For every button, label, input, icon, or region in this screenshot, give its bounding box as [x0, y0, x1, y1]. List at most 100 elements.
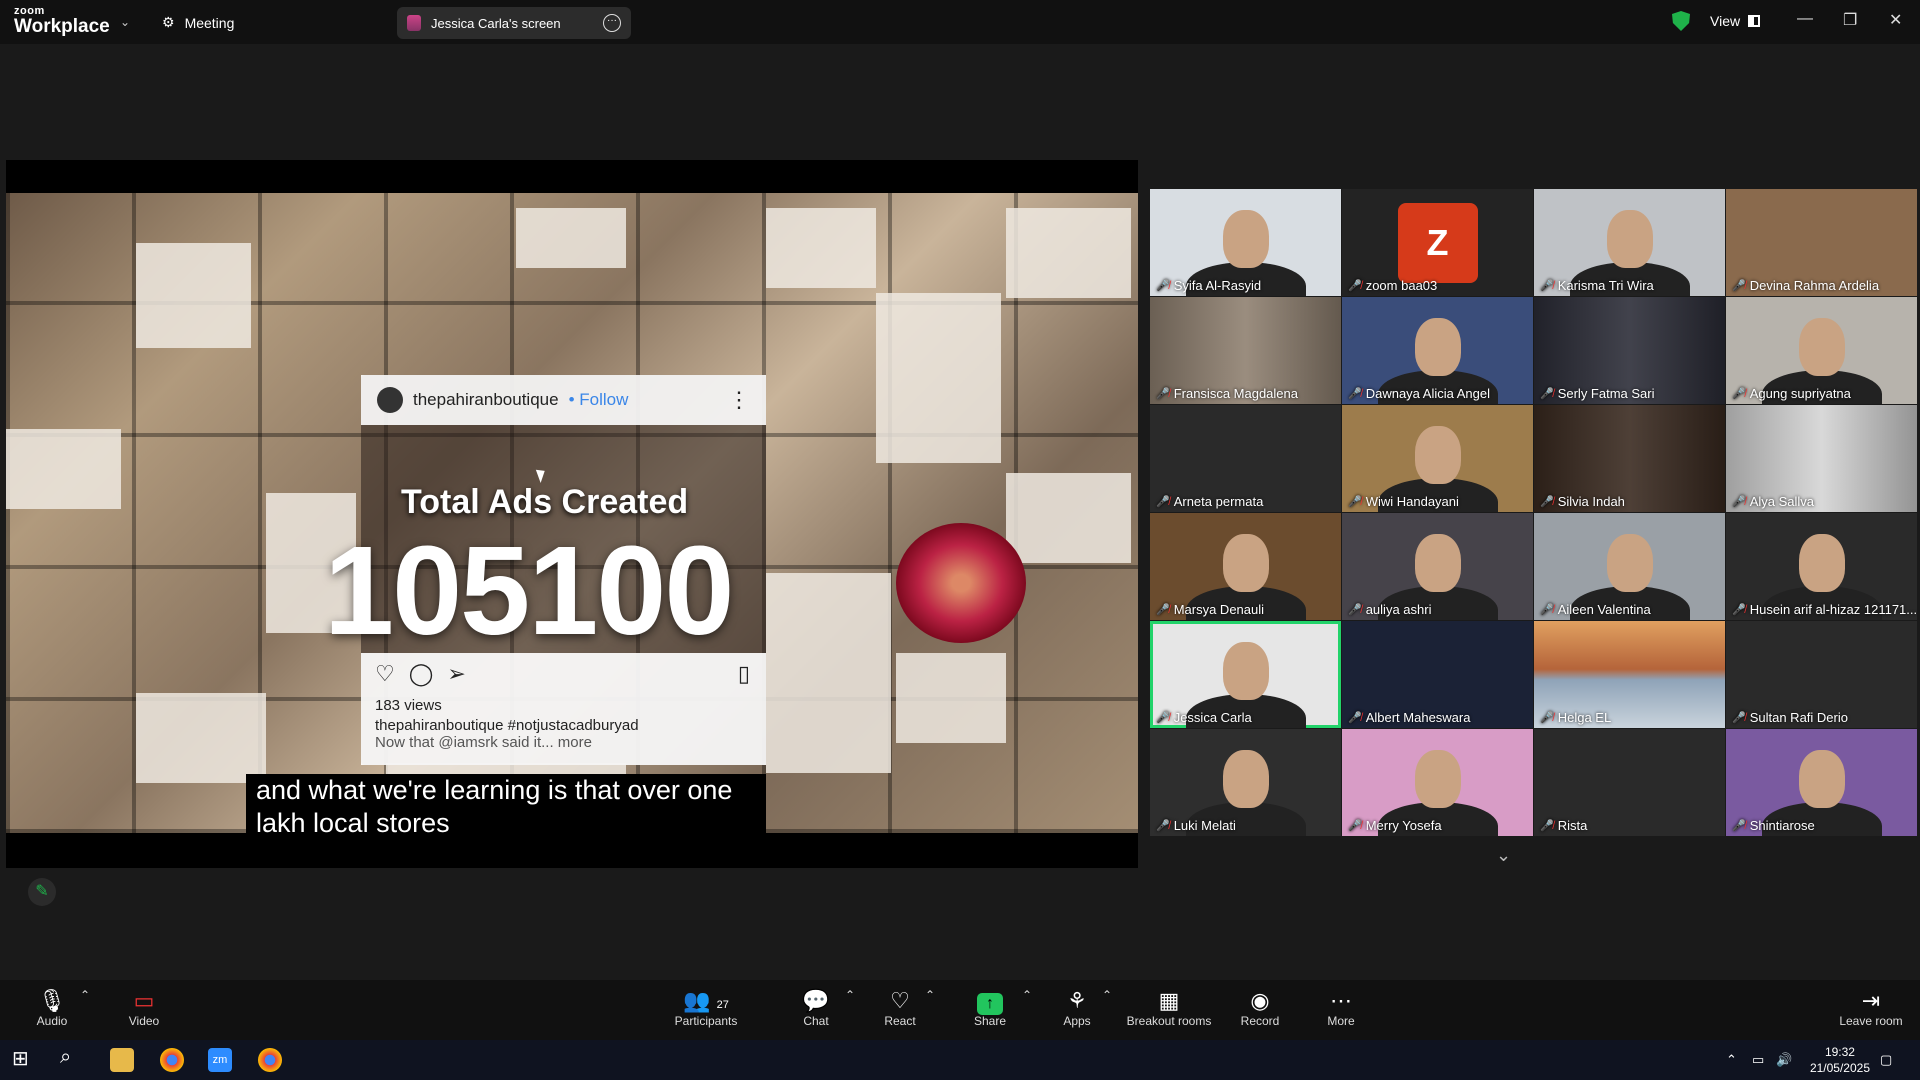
chrome-icon[interactable]: [160, 1048, 184, 1072]
participant-tile[interactable]: 🎤̸ Jessica Carla: [1150, 621, 1341, 728]
encryption-shield-icon[interactable]: [1672, 11, 1690, 31]
participant-name: 🎤̸ Dawnaya Alicia Angel: [1348, 386, 1490, 401]
minimize-icon[interactable]: —: [1797, 10, 1813, 28]
zoom-workplace-logo[interactable]: zoom Workplace: [14, 6, 110, 37]
react-button[interactable]: ♡ React: [880, 988, 920, 1028]
more-button[interactable]: ⋯ More: [1326, 988, 1356, 1028]
participant-tile[interactable]: 🎤̸ Dawnaya Alicia Angel: [1342, 297, 1533, 404]
participant-name-label: Albert Maheswara: [1365, 710, 1471, 725]
participant-name-label: auliya ashri: [1365, 602, 1432, 617]
share-caret-icon[interactable]: ⌃: [1022, 988, 1032, 1002]
account-avatar: [377, 387, 403, 413]
muted-mic-icon: 🎤̸: [1540, 388, 1554, 400]
search-icon[interactable]: ⌕: [60, 1046, 84, 1070]
participant-name-label: Aileen Valentina: [1557, 602, 1651, 617]
video-label: Video: [128, 1014, 160, 1028]
participant-face: [1414, 750, 1461, 809]
muted-mic-icon: 🎤̸: [1348, 712, 1362, 724]
participant-face: [1414, 426, 1461, 485]
participant-tile[interactable]: 🎤̸ Merry Yosefa: [1342, 729, 1533, 836]
participant-name: 🎤̸ auliya ashri: [1348, 602, 1431, 617]
participant-tile[interactable]: 🎤̸ Marsya Denauli: [1150, 513, 1341, 620]
breakout-label: Breakout rooms: [1126, 1014, 1212, 1028]
participant-tile[interactable]: 🎤̸ Karisma Tri Wira: [1534, 189, 1725, 296]
participant-tile[interactable]: 🎤̸ Silvia Indah: [1534, 405, 1725, 512]
post-account-name: thepahiranboutique: [413, 390, 559, 409]
chrome-icon-2[interactable]: [258, 1048, 282, 1072]
view-button[interactable]: View: [1710, 13, 1761, 29]
participant-avatar: Z: [1397, 203, 1478, 283]
annotate-pen-icon[interactable]: ✎: [28, 878, 56, 906]
tray-chevron-icon[interactable]: ⌃: [1726, 1052, 1737, 1068]
muted-mic-icon: 🎤̸: [1156, 712, 1170, 724]
participant-tile[interactable]: Z 🎤̸ zoom baa03: [1342, 189, 1533, 296]
zoom-app-icon[interactable]: zm: [208, 1048, 232, 1072]
notification-icon[interactable]: ▢: [1880, 1052, 1892, 1068]
react-caret-icon[interactable]: ⌃: [925, 988, 935, 1002]
participant-name: 🎤̸ Rista: [1540, 818, 1587, 833]
participant-tile[interactable]: 🎤̸ Arneta permata: [1150, 405, 1341, 512]
participant-tile[interactable]: 🎤̸ Rista: [1534, 729, 1725, 836]
participant-name: 🎤̸ Sultan Rafi Derio: [1732, 710, 1848, 725]
participant-name-label: Fransisca Magdalena: [1173, 386, 1298, 401]
muted-mic-icon: 🎤̸: [1156, 280, 1170, 292]
participant-tile[interactable]: 🎤̸ Albert Maheswara: [1342, 621, 1533, 728]
gallery-chevron-down-icon[interactable]: ⌄: [1496, 845, 1511, 866]
participant-tile[interactable]: 🎤̸ auliya ashri: [1342, 513, 1533, 620]
clock[interactable]: 19:32 21/05/2025: [1810, 1044, 1870, 1076]
audio-button[interactable]: 🎙 Audio: [32, 988, 72, 1028]
participant-tile[interactable]: 🎤̸ Wiwi Handayani: [1342, 405, 1533, 512]
participant-name-label: Serly Fatma Sari: [1557, 386, 1655, 401]
participant-tile[interactable]: 🎤̸ Aileen Valentina: [1534, 513, 1725, 620]
video-button[interactable]: ▭ Video: [124, 988, 164, 1028]
apps-caret-icon[interactable]: ⌃: [1102, 988, 1112, 1002]
apps-button[interactable]: ⚘ Apps: [1062, 988, 1092, 1028]
participant-tile[interactable]: 🎤̸ Syifa Al-Rasyid: [1150, 189, 1341, 296]
record-button[interactable]: ◉ Record: [1238, 988, 1282, 1028]
participant-name: 🎤̸ Aileen Valentina: [1540, 602, 1651, 617]
network-icon[interactable]: ▭: [1752, 1052, 1764, 1068]
breakout-rooms-button[interactable]: ▦ Breakout rooms: [1124, 988, 1214, 1028]
microphone-icon: 🎙: [38, 988, 66, 1013]
leave-room-button[interactable]: ⇥ Leave room: [1838, 988, 1904, 1028]
sharer-avatar: [407, 15, 421, 31]
participant-tile[interactable]: 🎤̸ Sultan Rafi Derio: [1726, 621, 1917, 728]
participant-tile[interactable]: 🎤̸ Husein arif al-hizaz 121171...: [1726, 513, 1917, 620]
participant-tile[interactable]: 🎤̸ Helga EL: [1534, 621, 1725, 728]
chat-caret-icon[interactable]: ⌃: [845, 988, 855, 1002]
participant-tile[interactable]: 🎤̸ Agung supriyatna: [1726, 297, 1917, 404]
windows-start-icon[interactable]: ⊞: [12, 1046, 36, 1070]
participant-tile[interactable]: 🎤̸ Fransisca Magdalena: [1150, 297, 1341, 404]
chat-button[interactable]: 💬 Chat: [798, 988, 834, 1028]
chevron-down-icon[interactable]: ⌄: [120, 15, 130, 29]
participant-tile[interactable]: 🎤̸ Serly Fatma Sari: [1534, 297, 1725, 404]
participant-name-label: Sultan Rafi Derio: [1749, 710, 1848, 725]
participant-name-label: zoom baa03: [1365, 278, 1438, 293]
restore-icon[interactable]: ❐: [1843, 10, 1857, 30]
audio-caret-icon[interactable]: ⌃: [80, 988, 90, 1002]
comment-icon: ◯: [408, 661, 434, 686]
participant-name: 🎤̸ Luki Melati: [1156, 818, 1236, 833]
video-off-icon: ▭: [133, 988, 155, 1013]
participant-tile[interactable]: 🎤̸ Alya Sallva: [1726, 405, 1917, 512]
participant-name-label: Helga EL: [1557, 710, 1612, 725]
share-button[interactable]: ↑ Share: [970, 988, 1010, 1028]
clock-date: 21/05/2025: [1809, 1061, 1870, 1075]
participant-name: 🎤̸ Wiwi Handayani: [1348, 494, 1459, 509]
participant-tile[interactable]: 🎤̸ Shintiarose: [1726, 729, 1917, 836]
close-icon[interactable]: ✕: [1889, 10, 1902, 30]
volume-icon[interactable]: 🔊: [1776, 1052, 1792, 1068]
participant-tile[interactable]: 🎤̸ Devina Rahma Ardelia: [1726, 189, 1917, 296]
participant-tile[interactable]: 🎤̸ Luki Melati: [1150, 729, 1341, 836]
screen-share-pill[interactable]: Jessica Carla's screen ···: [397, 7, 631, 39]
file-explorer-icon[interactable]: [110, 1048, 134, 1072]
more-options-icon[interactable]: ···: [603, 14, 621, 32]
shared-screen[interactable]: thepahiranboutique • Follow ⋮ Total Ads …: [6, 160, 1138, 868]
meeting-tab[interactable]: ⚙ Meeting: [162, 14, 234, 31]
diwali-graphic: [896, 523, 1026, 643]
muted-mic-icon: 🎤̸: [1348, 604, 1362, 616]
participants-label: Participants: [674, 1014, 738, 1028]
participants-count: 27: [716, 999, 729, 1011]
participants-button[interactable]: 👥 27 Participants: [672, 988, 740, 1028]
participant-name-label: Merry Yosefa: [1365, 818, 1442, 833]
